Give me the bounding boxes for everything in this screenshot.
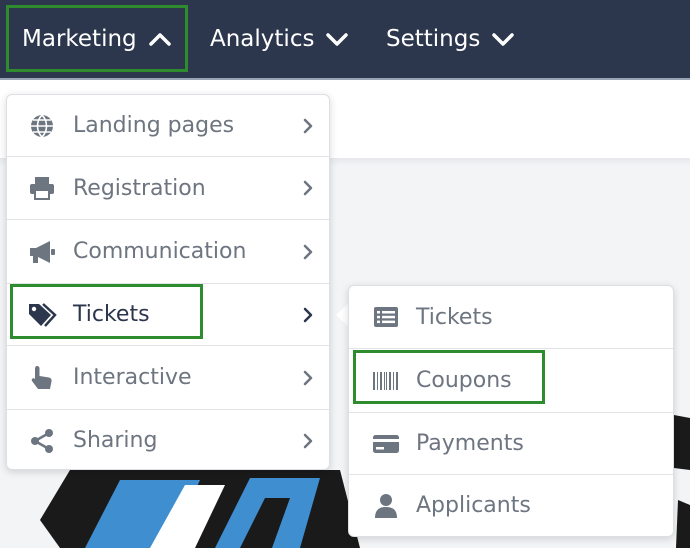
chevron-down-icon <box>326 32 349 46</box>
submenu-item-coupons[interactable]: Coupons <box>349 348 673 412</box>
chevron-right-icon <box>303 180 313 196</box>
nav-item-settings[interactable]: Settings <box>386 0 515 78</box>
menu-item-label: Communication <box>73 239 247 264</box>
menu-item-label: Interactive <box>73 365 192 390</box>
menu-item-sharing[interactable]: Sharing <box>7 409 329 471</box>
submenu-item-label: Applicants <box>416 493 531 518</box>
printer-icon <box>27 173 57 203</box>
nav-item-label: Analytics <box>210 26 315 52</box>
menu-item-registration[interactable]: Registration <box>7 156 329 219</box>
nav-item-marketing[interactable]: Marketing <box>8 0 188 78</box>
menu-item-communication[interactable]: Communication <box>7 219 329 283</box>
submenu-item-label: Tickets <box>416 304 493 330</box>
credit-card-icon <box>371 429 401 459</box>
chevron-right-icon <box>303 307 313 323</box>
share-icon <box>27 426 57 456</box>
chevron-right-icon <box>303 433 313 449</box>
nav-item-label: Settings <box>386 26 481 52</box>
chevron-up-icon <box>148 32 171 46</box>
submenu-item-label: Payments <box>416 431 524 456</box>
barcode-icon <box>371 366 401 396</box>
menu-item-interactive[interactable]: Interactive <box>7 345 329 409</box>
submenu-item-tickets[interactable]: Tickets <box>349 286 673 348</box>
menu-item-label: Registration <box>73 175 206 201</box>
nav-item-analytics[interactable]: Analytics <box>210 0 349 78</box>
globe-icon <box>27 111 57 141</box>
menu-item-landing-pages[interactable]: Landing pages <box>7 95 329 156</box>
menu-item-label: Landing pages <box>73 113 235 138</box>
list-icon <box>371 302 401 332</box>
user-icon <box>371 491 401 521</box>
tag-icon <box>27 300 57 330</box>
submenu-item-payments[interactable]: Payments <box>349 412 673 474</box>
top-bar-divider <box>0 78 690 80</box>
chevron-right-icon <box>303 118 313 134</box>
tickets-submenu: Tickets Coupons Payments Applicants <box>348 285 674 537</box>
menu-item-label: Tickets <box>73 302 150 327</box>
submenu-item-label: Coupons <box>416 368 512 393</box>
megaphone-icon <box>27 237 57 267</box>
submenu-item-applicants[interactable]: Applicants <box>349 474 673 536</box>
nav-item-label: Marketing <box>22 26 137 52</box>
hand-pointer-icon <box>27 363 57 393</box>
chevron-right-icon <box>303 370 313 386</box>
chevron-right-icon <box>303 244 313 260</box>
marketing-dropdown-menu: Landing pages Registration Communication… <box>6 94 330 470</box>
chevron-down-icon <box>492 32 515 46</box>
menu-item-tickets[interactable]: Tickets <box>7 283 329 345</box>
menu-item-label: Sharing <box>73 428 158 453</box>
